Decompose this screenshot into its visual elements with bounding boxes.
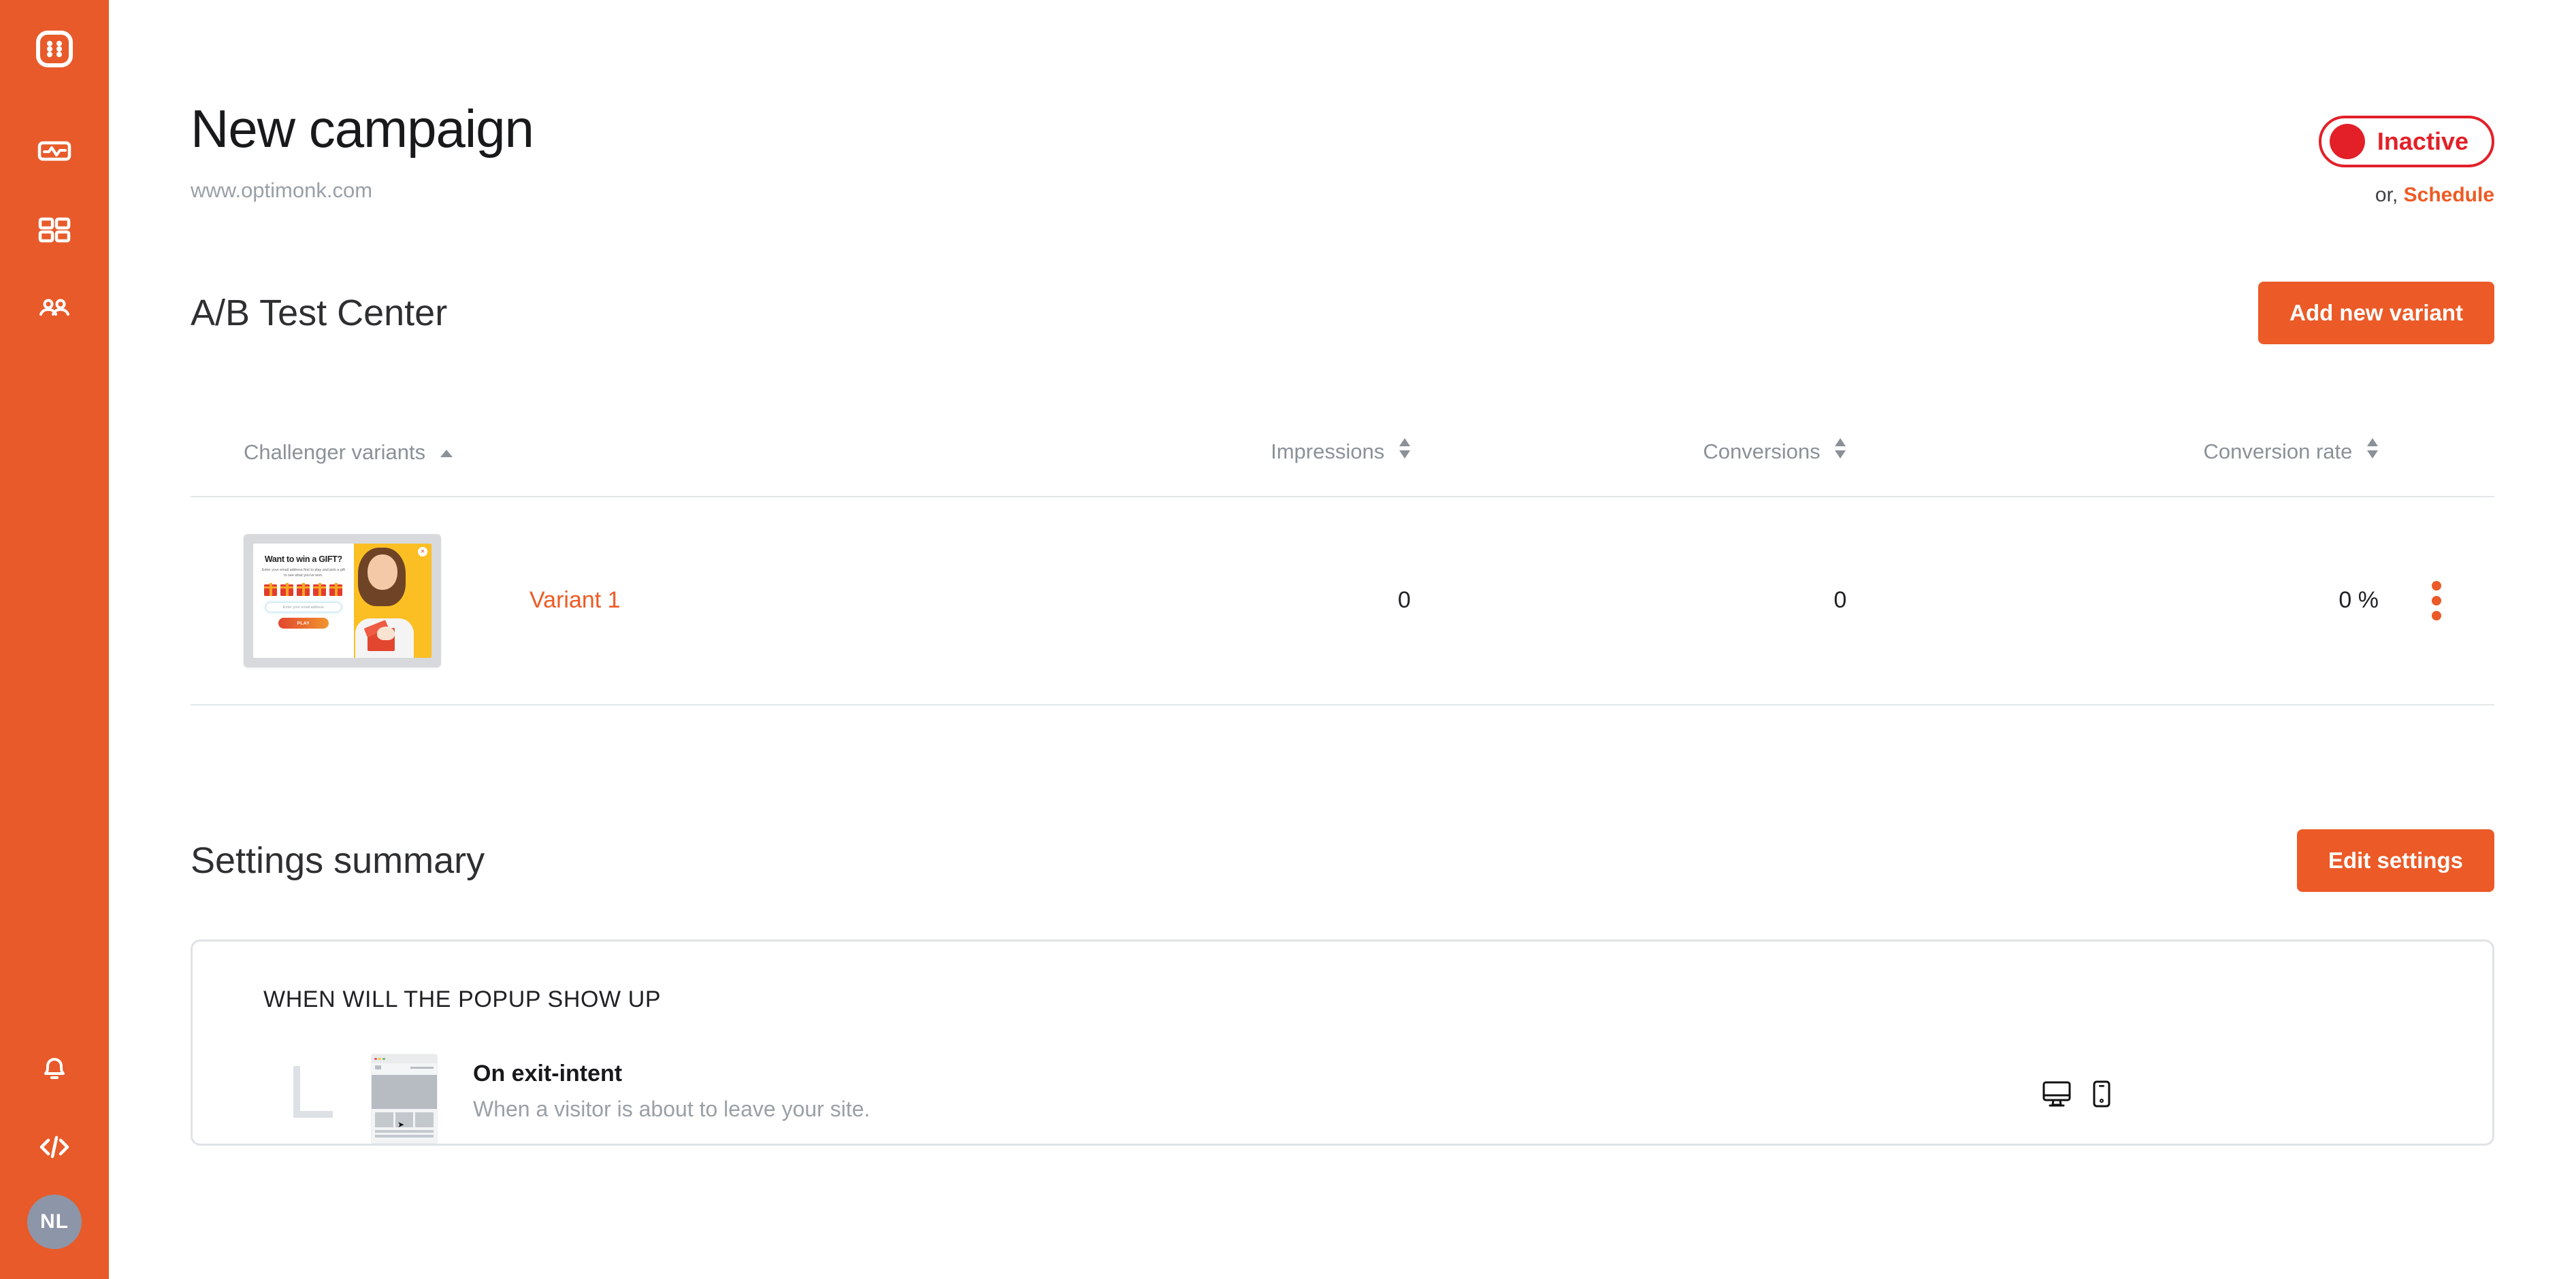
- campaign-url: www.optimonk.com: [191, 178, 373, 202]
- page-hero-block: [372, 1074, 437, 1109]
- rule-title: On exit-intent: [473, 1060, 623, 1086]
- page-title: New campaign: [191, 99, 534, 159]
- popup-subtext: Enter your email address first to play a…: [261, 567, 345, 578]
- close-icon: ✕: [418, 546, 427, 557]
- popup-preview: Want to win a GIFT? Enter your email add…: [253, 543, 431, 658]
- bell-notification-icon[interactable]: [30, 1044, 79, 1093]
- edit-settings-button[interactable]: Edit settings: [2296, 829, 2494, 892]
- settings-summary-title: Settings summary: [191, 840, 485, 881]
- popup-email-input: Enter your email address: [265, 602, 342, 613]
- mobile-icon: [2092, 1080, 2111, 1112]
- status-badge[interactable]: Inactive: [2318, 116, 2494, 167]
- add-new-variant-button[interactable]: Add new variant: [2258, 282, 2494, 344]
- column-header-impressions[interactable]: Impressions: [985, 437, 1411, 497]
- impressions-value: 0: [985, 496, 1411, 705]
- popup-headline: Want to win a GIFT?: [264, 554, 342, 564]
- code-embed-icon[interactable]: [30, 1123, 79, 1172]
- content-wrapper: New campaign www.optimonk.com Inactive o…: [109, 0, 2576, 1146]
- gift-box-icon: [280, 583, 294, 597]
- gift-row: [264, 583, 343, 597]
- gift-box-icon: [329, 583, 343, 597]
- desktop-icon: [2042, 1080, 2072, 1112]
- column-label: Challenger variants: [244, 439, 426, 464]
- variant-thumbnail[interactable]: Want to win a GIFT? Enter your email add…: [244, 533, 441, 667]
- popup-preview-image: ✕: [353, 543, 431, 658]
- card-section-title: WHEN WILL THE POPUP SHOW UP: [263, 986, 662, 1012]
- settings-card: WHEN WILL THE POPUP SHOW UP ➤ On exit-in…: [191, 939, 2494, 1146]
- sort-both-icon: [1399, 437, 1411, 464]
- table-header-row: Challenger variants Impressions Conversi…: [191, 437, 2494, 497]
- main-content: New campaign www.optimonk.com Inactive o…: [109, 0, 2576, 1279]
- browser-dot-red: [374, 1057, 377, 1061]
- browser-tab-chip: [375, 1065, 381, 1070]
- page-header: New campaign www.optimonk.com Inactive o…: [191, 0, 2494, 206]
- ab-test-title: A/B Test Center: [191, 293, 448, 333]
- audience-people-icon[interactable]: [30, 284, 79, 333]
- table-head: Challenger variants Impressions Conversi…: [191, 437, 2494, 497]
- kebab-dot: [2432, 595, 2441, 605]
- ab-test-header: A/B Test Center Add new variant: [191, 282, 2494, 344]
- status-dot-icon: [2329, 124, 2365, 159]
- avatar-initials: NL: [40, 1210, 69, 1233]
- conversion-rate-value: 0 %: [1846, 496, 2379, 705]
- analytics-pulse-icon[interactable]: [30, 127, 79, 176]
- column-header-conversions[interactable]: Conversions: [1410, 437, 1847, 497]
- kebab-dot: [2432, 580, 2441, 591]
- browser-chrome-bar: [372, 1054, 437, 1063]
- column-label: Conversions: [1703, 439, 1821, 463]
- sidebar: NL: [0, 0, 109, 1279]
- conversions-value: 0: [1410, 496, 1847, 705]
- popup-preview-left: Want to win a GIFT? Enter your email add…: [253, 543, 354, 658]
- grid-campaigns-icon[interactable]: [30, 205, 79, 254]
- schedule-link[interactable]: Schedule: [2404, 184, 2494, 206]
- rule-text-group: On exit-intent When a visitor is about t…: [473, 1054, 870, 1122]
- optimonk-logo-icon[interactable]: [30, 24, 79, 73]
- table-row: Want to win a GIFT? Enter your email add…: [191, 496, 2494, 705]
- device-targets: [2042, 1080, 2111, 1112]
- column-header-actions: [2379, 439, 2494, 497]
- sort-both-icon: [2366, 437, 2379, 464]
- page-column: [375, 1112, 393, 1127]
- gift-box-icon: [313, 583, 327, 597]
- cursor-arrow-icon: ➤: [397, 1119, 405, 1129]
- browser-dot-green: [382, 1057, 385, 1061]
- app-root: NL New campaign www.optimonk.com Inactiv…: [0, 0, 2576, 1279]
- row-menu-kebab-icon[interactable]: [2379, 580, 2494, 620]
- status-area: Inactive or, Schedule: [2318, 116, 2494, 207]
- sort-both-icon: [1834, 437, 1846, 464]
- gift-box-bow: [376, 626, 395, 640]
- browser-url-line: [410, 1067, 434, 1069]
- browser-address-bar: [372, 1063, 437, 1072]
- settings-summary-header: Settings summary Edit settings: [191, 829, 2494, 892]
- page-footer-line: [375, 1129, 434, 1133]
- gift-box-icon: [264, 583, 278, 597]
- bracket-connector-icon: [293, 1065, 333, 1118]
- rule-description: When a visitor is about to leave your si…: [473, 1096, 870, 1121]
- variant-name-cell: Variant 1: [441, 496, 986, 705]
- status-label: Inactive: [2377, 127, 2468, 155]
- column-label: Conversion rate: [2203, 439, 2353, 463]
- sort-ascending-icon: [440, 439, 453, 463]
- variant-thumbnail-cell: Want to win a GIFT? Enter your email add…: [191, 496, 441, 705]
- row-actions-cell: [2379, 496, 2494, 705]
- gift-box-icon: [297, 583, 310, 597]
- exit-intent-preview-icon: ➤: [371, 1053, 438, 1144]
- model-face: [367, 554, 397, 590]
- page-column: [415, 1112, 434, 1127]
- sidebar-bottom-group: NL: [0, 1044, 109, 1249]
- avatar[interactable]: NL: [27, 1195, 82, 1249]
- schedule-line: or, Schedule: [2375, 184, 2494, 207]
- rule-row: ➤ On exit-intent When a visitor is about…: [193, 1053, 2492, 1144]
- table-body: Want to win a GIFT? Enter your email add…: [191, 496, 2494, 705]
- ab-test-table: Challenger variants Impressions Conversi…: [191, 437, 2494, 705]
- or-text: or,: [2375, 184, 2398, 206]
- column-header-challenger-variants[interactable]: Challenger variants: [191, 439, 986, 497]
- column-header-conversion-rate[interactable]: Conversion rate: [1846, 437, 2379, 497]
- kebab-dot: [2432, 610, 2441, 620]
- browser-dot-yellow: [378, 1057, 381, 1061]
- column-label: Impressions: [1271, 439, 1385, 463]
- popup-play-button: PLAY: [278, 618, 329, 629]
- variant-link[interactable]: Variant 1: [529, 587, 621, 613]
- page-footer-line: [375, 1134, 434, 1137]
